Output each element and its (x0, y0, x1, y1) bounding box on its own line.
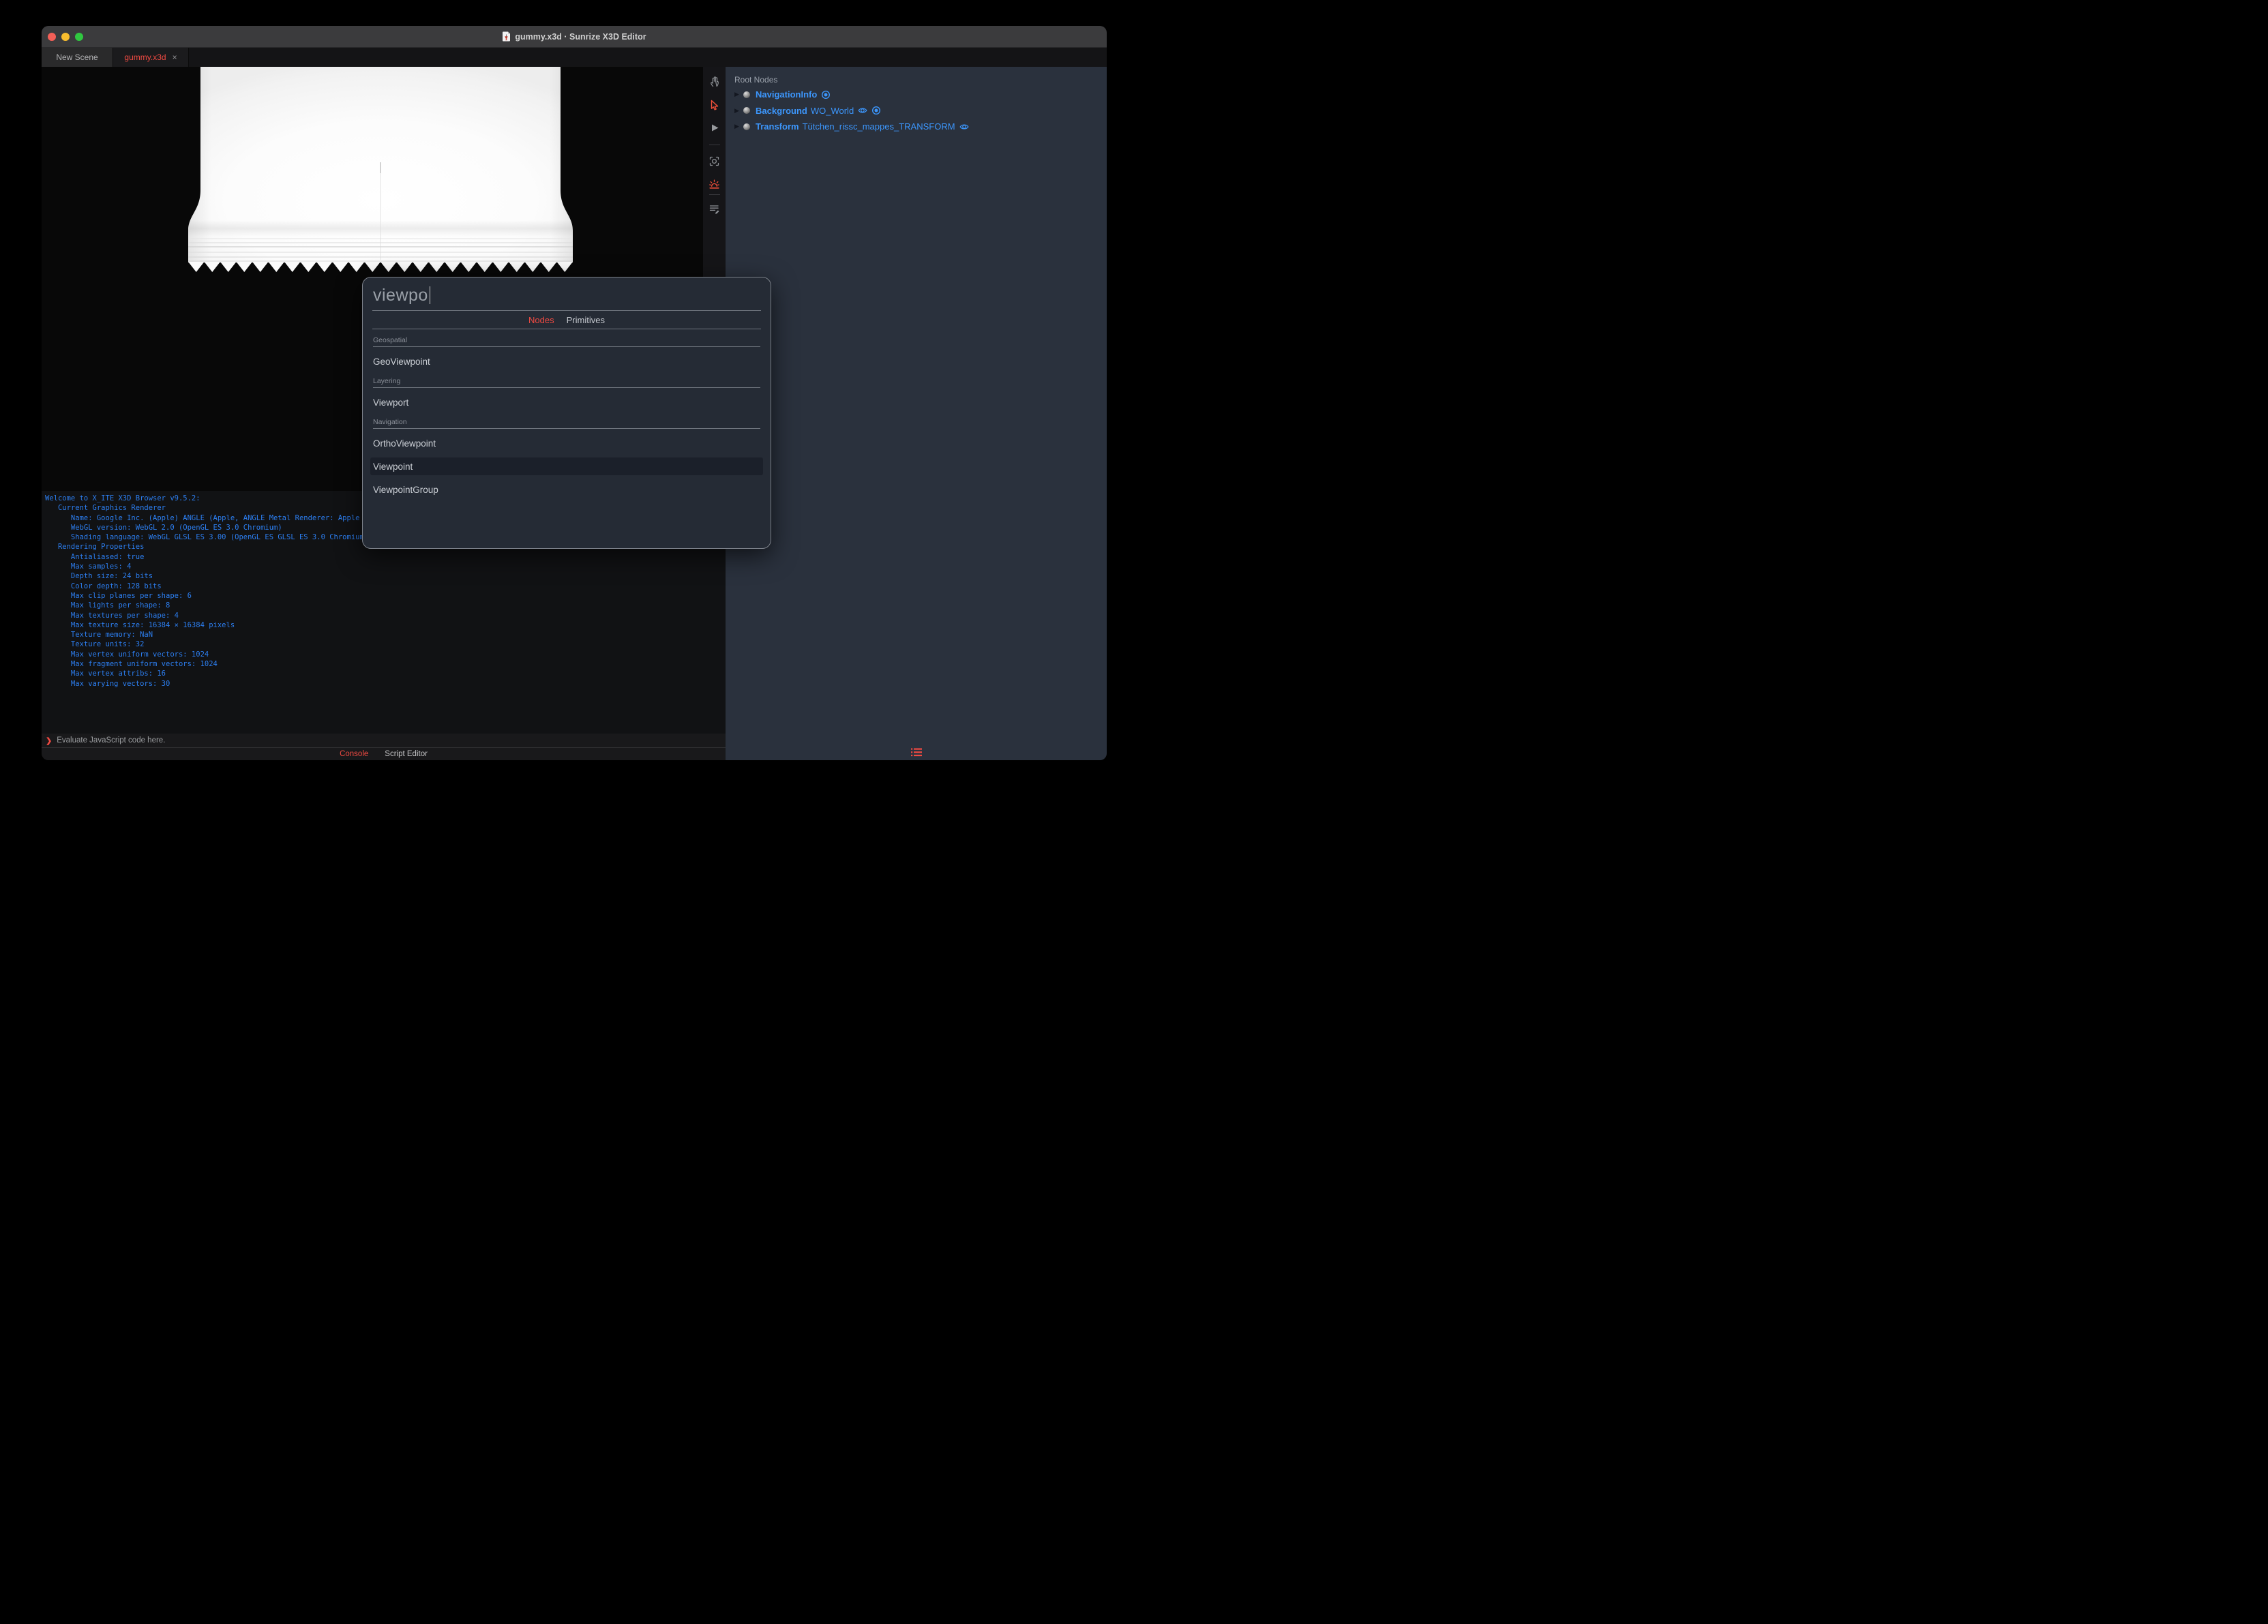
node-type-label[interactable]: NavigationInfo (756, 89, 817, 100)
node-def-name[interactable]: WO_World (811, 106, 854, 116)
document-tab-bar: New Scene gummy.x3d × (42, 48, 1107, 67)
close-window-button[interactable] (48, 32, 56, 41)
sunrise-light-button[interactable] (708, 178, 721, 190)
window-controls (48, 26, 83, 47)
list-item-orthoviewpoint[interactable]: OrthoViewpoint (370, 434, 763, 452)
list-item-viewport[interactable]: Viewport (370, 393, 763, 411)
tab-gummy-x3d[interactable]: gummy.x3d × (113, 48, 189, 67)
expander-triangle-icon[interactable]: ▶ (734, 91, 743, 98)
visibility-eye-icon[interactable] (959, 122, 969, 132)
select-arrow-tool-button[interactable] (708, 98, 721, 110)
console-line: Max texture size: 16384 × 16384 pixels (45, 620, 235, 629)
section-label-geospatial: Geospatial (373, 336, 760, 347)
node-list-icon[interactable] (910, 748, 922, 757)
node-type-label[interactable]: Transform (756, 121, 799, 132)
outline-editor-panel: Root Nodes ▶ NavigationInfo ▶ Background… (726, 67, 1107, 760)
node-type-label[interactable]: Background (756, 106, 807, 116)
console-line: Antialiased: true (45, 552, 145, 561)
script-editor-tool-button[interactable] (708, 202, 721, 215)
window-title-group: gummy.x3d · Sunrize X3D Editor (502, 31, 646, 42)
toolbar-divider (708, 194, 720, 195)
title-bar: gummy.x3d · Sunrize X3D Editor (42, 26, 1107, 48)
scene-tree: ▶ NavigationInfo ▶ Background WO_World ▶… (734, 87, 1107, 135)
node-sphere-icon (743, 107, 750, 115)
node-search-row: viewpo (363, 277, 771, 310)
console-line: Max clip planes per shape: 6 (45, 591, 192, 600)
node-search-input[interactable]: viewpo (373, 286, 428, 305)
console-line: Max fragment uniform vectors: 1024 (45, 660, 218, 669)
console-line: Max lights per shape: 8 (45, 601, 170, 610)
create-node-dialog: viewpo Nodes Primitives Geospatial GeoVi… (362, 277, 771, 549)
console-line: Color depth: 128 bits (45, 582, 162, 590)
visibility-eye-icon[interactable] (858, 106, 867, 115)
tree-row-background[interactable]: ▶ Background WO_World (734, 103, 1107, 119)
node-sphere-icon (743, 123, 750, 130)
tab-gummy-label: gummy.x3d (124, 52, 166, 62)
console-input-row: ❯ Evaluate JavaScript code here. (42, 734, 726, 748)
tab-new-scene[interactable]: New Scene (42, 48, 113, 67)
tree-row-navigationinfo[interactable]: ▶ NavigationInfo (734, 87, 1107, 103)
expander-triangle-icon[interactable]: ▶ (734, 107, 743, 115)
console-tab-bar: Console Script Editor (42, 748, 726, 760)
section-label-layering: Layering (373, 377, 760, 388)
zoom-window-button[interactable] (75, 32, 83, 41)
node-def-name[interactable]: Tütchen_rissc_mappes_TRANSFORM (803, 121, 955, 132)
window-title: gummy.x3d · Sunrize X3D Editor (515, 31, 646, 42)
list-item-viewpoint-selected[interactable]: Viewpoint (370, 457, 763, 475)
list-item-geoviewpoint[interactable]: GeoViewpoint (370, 352, 763, 370)
dialog-tab-primitives[interactable]: Primitives (567, 315, 605, 325)
section-label-navigation: Navigation (373, 418, 760, 429)
tab-close-icon[interactable]: × (173, 52, 177, 62)
minimize-window-button[interactable] (61, 32, 70, 41)
play-button[interactable] (708, 121, 721, 134)
bind-target-icon[interactable] (871, 106, 881, 115)
tree-row-transform[interactable]: ▶ Transform Tütchen_rissc_mappes_TRANSFO… (734, 119, 1107, 135)
prompt-chevron-icon: ❯ (46, 736, 53, 745)
node-sphere-icon (743, 91, 750, 98)
panel-bottom-bar (726, 748, 1107, 757)
text-cursor (429, 286, 431, 304)
console-line: Max samples: 4 (45, 562, 132, 571)
tab-console[interactable]: Console (340, 750, 368, 758)
console-line: Texture memory: NaN (45, 631, 153, 640)
console-line: Texture units: 32 (45, 640, 145, 649)
console-line: Max vertex attribs: 16 (45, 670, 166, 678)
tab-new-scene-label: New Scene (56, 52, 98, 62)
bind-target-icon[interactable] (821, 90, 831, 100)
document-icon (502, 31, 511, 42)
dialog-result-list: Geospatial GeoViewpoint Layering Viewpor… (363, 336, 771, 498)
outline-header: Root Nodes (734, 75, 778, 85)
rendered-package-model (188, 67, 573, 272)
pan-hand-tool-button[interactable] (708, 75, 721, 87)
console-line: Max vertex uniform vectors: 1024 (45, 650, 209, 659)
console-line: Max textures per shape: 4 (45, 611, 179, 620)
frame-view-button[interactable] (708, 155, 721, 167)
list-item-viewpointgroup[interactable]: ViewpointGroup (370, 481, 763, 498)
tab-script-editor[interactable]: Script Editor (385, 750, 428, 758)
console-line: Max varying vectors: 30 (45, 679, 170, 688)
dialog-tab-nodes[interactable]: Nodes (528, 315, 554, 325)
expander-triangle-icon[interactable]: ▶ (734, 123, 743, 130)
console-line: Depth size: 24 bits (45, 572, 153, 581)
console-input[interactable]: Evaluate JavaScript code here. (57, 736, 165, 745)
dialog-tab-bar: Nodes Primitives (363, 311, 771, 329)
